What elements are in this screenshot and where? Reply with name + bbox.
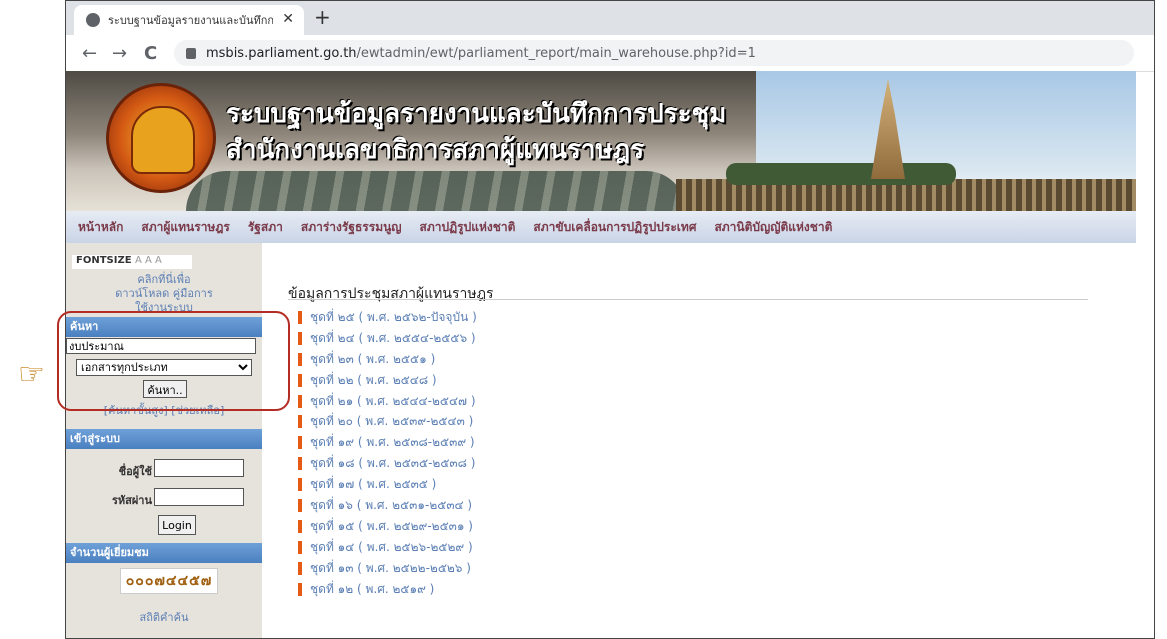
bullet-icon [298,478,302,492]
highlight-annotation-box [57,311,290,411]
browser-tab[interactable]: ระบบฐานข้อมูลรายงานและบันทึกการประชุม ✕ [74,5,304,35]
bullet-icon [298,352,302,366]
bullet-icon [298,310,302,324]
forward-arrow-icon[interactable]: → [112,43,127,64]
bullet-icon [298,331,302,345]
list-item[interactable]: ชุดที่ ๑๕ ( พ.ศ. ๒๕๒๙-๒๕๓๑ ) [298,516,477,537]
globe-icon [86,13,100,27]
bullet-icon [298,498,302,512]
back-arrow-icon[interactable]: ← [82,43,97,64]
list-item[interactable]: ชุดที่ ๒๕ ( พ.ศ. ๒๕๖๒-ปัจจุบัน ) [298,307,477,328]
manual-download-link[interactable]: คลิกที่นี่เพื่อดาวน์โหลด คู่มือการใช้งาน… [66,273,262,315]
password-field[interactable] [154,488,244,506]
fontsize-options[interactable]: A A A [135,255,162,266]
nav-national-reform[interactable]: สภาปฏิรูปแห่งชาติ [420,218,516,237]
session-link[interactable]: ชุดที่ ๑๔ ( พ.ศ. ๒๕๒๖-๒๕๒๙ ) [310,538,473,557]
bullet-icon [298,394,302,408]
reload-icon[interactable]: C [144,43,157,64]
list-item[interactable]: ชุดที่ ๒๑ ( พ.ศ. ๒๕๔๔-๒๕๔๗ ) [298,391,477,412]
username-field[interactable] [154,459,244,477]
session-link[interactable]: ชุดที่ ๒๑ ( พ.ศ. ๒๕๔๔-๒๕๔๗ ) [310,392,476,411]
close-tab-icon[interactable]: ✕ [282,11,294,27]
session-link[interactable]: ชุดที่ ๑๗ ( พ.ศ. ๒๕๓๕ ) [310,475,436,494]
url-input[interactable]: msbis.parliament.go.th/ewtadmin/ewt/parl… [174,40,1134,66]
bullet-icon [298,415,302,429]
session-link[interactable]: ชุดที่ ๒๕ ( พ.ศ. ๒๕๖๒-ปัจจุบัน ) [310,308,477,327]
nav-reform-steering[interactable]: สภาขับเคลื่อนการปฏิรูปประเทศ [533,218,696,237]
session-link[interactable]: ชุดที่ ๑๙ ( พ.ศ. ๒๕๓๘-๒๕๓๙ ) [310,433,475,452]
list-item[interactable]: ชุดที่ ๑๔ ( พ.ศ. ๒๕๒๖-๒๕๒๙ ) [298,537,477,558]
bullet-icon [298,540,302,554]
search-stats-link[interactable]: สถิติคำค้น [66,608,262,626]
password-label: รหัสผ่าน [111,494,152,507]
session-link[interactable]: ชุดที่ ๑๓ ( พ.ศ. ๒๕๒๒-๒๕๒๖ ) [310,559,471,578]
nav-national-legislative[interactable]: สภานิติบัญญัติแห่งชาติ [714,218,832,237]
pointing-hand-icon: ☞ [18,357,45,392]
title-divider [288,299,1088,300]
tab-title: ระบบฐานข้อมูลรายงานและบันทึกการประชุม [108,14,273,27]
visitors-header: จำนวนผู้เยี่ยมชม [66,543,262,563]
session-link[interactable]: ชุดที่ ๒๔ ( พ.ศ. ๒๕๕๔-๒๕๕๖ ) [310,329,476,348]
session-link[interactable]: ชุดที่ ๑๒ ( พ.ศ. ๒๕๑๙ ) [310,580,434,599]
list-item[interactable]: ชุดที่ ๒๒ ( พ.ศ. ๒๕๔๘ ) [298,370,477,391]
session-link[interactable]: ชุดที่ ๑๘ ( พ.ศ. ๒๕๓๕-๒๕๓๘ ) [310,454,475,473]
list-item[interactable]: ชุดที่ ๑๙ ( พ.ศ. ๒๕๓๘-๒๕๓๙ ) [298,432,477,453]
bullet-icon [298,561,302,575]
bullet-icon [298,436,302,450]
bullet-icon [298,457,302,471]
login-button[interactable]: Login [158,515,196,535]
parliament-chamber-image [186,171,686,211]
site-banner: ระบบฐานข้อมูลรายงานและบันทึกการประชุม สำ… [66,71,1136,211]
lock-icon [186,47,196,59]
new-tab-button[interactable]: + [314,5,331,29]
login-header: เข้าสู่ระบบ [66,429,262,449]
bullet-icon [298,373,302,387]
bullet-icon [298,519,302,533]
trees-image [726,163,956,185]
session-link[interactable]: ชุดที่ ๒๐ ( พ.ศ. ๒๕๓๙-๒๕๔๓ ) [310,412,473,431]
nav-constitution-drafting[interactable]: สภาร่างรัฐธรรมนูญ [301,218,402,237]
session-list: ชุดที่ ๒๕ ( พ.ศ. ๒๕๖๒-ปัจจุบัน ) ชุดที่ … [298,307,477,599]
bullet-icon [298,582,302,596]
list-item[interactable]: ชุดที่ ๑๘ ( พ.ศ. ๒๕๓๕-๒๕๓๘ ) [298,453,477,474]
sidebar: FONTSIZE A A A คลิกที่นี่เพื่อดาวน์โหลด … [66,243,262,638]
top-navigation: หน้าหลัก สภาผู้แทนราษฎร รัฐสภา สภาร่างรั… [66,211,1136,243]
list-item[interactable]: ชุดที่ ๒๓ ( พ.ศ. ๒๕๕๑ ) [298,349,477,370]
parliament-seal-logo [106,83,216,193]
session-link[interactable]: ชุดที่ ๒๓ ( พ.ศ. ๒๕๕๑ ) [310,350,435,369]
username-label: ชื่อผู้ใช้ [118,465,152,478]
page-title: ข้อมูลการประชุมสภาผู้แทนราษฎร [288,286,494,302]
list-item[interactable]: ชุดที่ ๑๒ ( พ.ศ. ๒๕๑๙ ) [298,579,477,600]
address-bar-row: ← → C msbis.parliament.go.th/ewtadmin/ew… [66,35,1154,72]
banner-subtitle: สำนักงานเลขาธิการสภาผู้แทนราษฎร [226,135,645,165]
seal-emblem [131,106,195,174]
list-item[interactable]: ชุดที่ ๑๓ ( พ.ศ. ๒๕๒๒-๒๕๒๖ ) [298,558,477,579]
list-item[interactable]: ชุดที่ ๒๐ ( พ.ศ. ๒๕๓๙-๒๕๔๓ ) [298,411,477,432]
session-link[interactable]: ชุดที่ ๒๒ ( พ.ศ. ๒๕๔๘ ) [310,371,437,390]
list-item[interactable]: ชุดที่ ๒๔ ( พ.ศ. ๒๕๕๔-๒๕๕๖ ) [298,328,477,349]
fontsize-control: FONTSIZE A A A [72,255,192,269]
visitor-counter: ๐๐๐๗๔๔๕๗ [120,568,218,594]
fontsize-label: FONTSIZE [76,255,132,266]
session-link[interactable]: ชุดที่ ๑๖ ( พ.ศ. ๒๕๓๑-๒๕๓๔ ) [310,496,472,515]
nav-parliament[interactable]: รัฐสภา [248,218,283,237]
banner-title: ระบบฐานข้อมูลรายงานและบันทึกการประชุม [226,99,727,129]
session-link[interactable]: ชุดที่ ๑๕ ( พ.ศ. ๒๕๒๙-๒๕๓๑ ) [310,517,473,536]
tab-bar: ระบบฐานข้อมูลรายงานและบันทึกการประชุม ✕ … [66,1,1154,35]
nav-house-of-representatives[interactable]: สภาผู้แทนราษฎร [141,218,229,237]
list-item[interactable]: ชุดที่ ๑๖ ( พ.ศ. ๒๕๓๑-๒๕๓๔ ) [298,495,477,516]
list-item[interactable]: ชุดที่ ๑๗ ( พ.ศ. ๒๕๓๕ ) [298,474,477,495]
nav-home[interactable]: หน้าหลัก [78,218,123,237]
url-host: msbis.parliament.go.th [206,45,357,61]
url-path: /ewtadmin/ewt/parliament_report/main_war… [356,45,756,61]
